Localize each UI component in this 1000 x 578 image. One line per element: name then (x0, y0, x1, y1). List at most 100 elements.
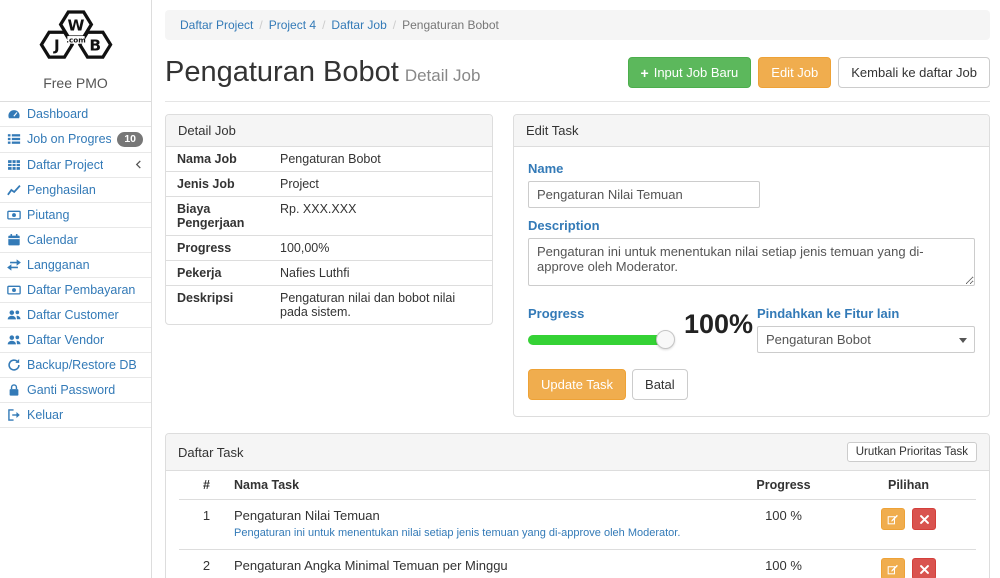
progress-zone: Progress 100% Pindahkan ke Fitur lain (528, 303, 975, 353)
sidebar-item-piutang[interactable]: Piutang (0, 203, 151, 228)
breadcrumb: Daftar Project/Project 4/Daftar Job/Peng… (165, 10, 990, 40)
sidebar-item-label: Penghasilan (27, 183, 96, 197)
sidebar-item-label: Daftar Vendor (27, 333, 104, 347)
sidebar-item-label: Piutang (27, 208, 69, 222)
users-icon (7, 308, 21, 322)
detail-job-panel: Detail Job Nama Job Pengaturan Bobot Jen… (165, 114, 493, 325)
sidebar-item-calendar[interactable]: Calendar (0, 228, 151, 253)
sidebar-item-label: Daftar Customer (27, 308, 119, 322)
progress-slider[interactable] (528, 335, 666, 345)
sidebar-item-label: Job on Progress (27, 132, 111, 146)
sidebar-item-job-on-progress[interactable]: Job on Progress 10 (0, 127, 151, 153)
breadcrumb-separator: / (316, 18, 331, 32)
col-header-progress: Progress (726, 478, 841, 492)
daftar-task-panel: Daftar Task Urutkan Prioritas Task # Nam… (165, 433, 990, 578)
table-icon (7, 158, 21, 172)
breadcrumb-project-4[interactable]: Project 4 (269, 18, 316, 32)
refresh-icon (7, 358, 21, 372)
list-icon (7, 132, 21, 146)
progress-label: Progress (528, 306, 666, 321)
sidebar: W J B .com Free PMO Dashboard Job on Pro… (0, 0, 152, 578)
sidebar-item-dashboard[interactable]: Dashboard (0, 102, 151, 127)
edit-task-button[interactable] (881, 508, 905, 530)
sidebar-item-backup-restore[interactable]: Backup/Restore DB (0, 353, 151, 378)
col-header-name: Nama Task (234, 478, 726, 492)
breadcrumb-current: Pengaturan Bobot (402, 18, 499, 32)
detail-value: Pengaturan Bobot (278, 147, 389, 171)
detail-row-pekerja: Pekerja Nafies Luthfi (166, 261, 492, 286)
sidebar-item-label: Ganti Password (27, 383, 115, 397)
edit-task-button[interactable] (881, 558, 905, 578)
breadcrumb-daftar-project[interactable]: Daftar Project (180, 18, 253, 32)
col-header-num: # (179, 478, 234, 492)
delete-task-button[interactable] (912, 508, 936, 530)
move-feature-select[interactable]: Pengaturan Bobot (757, 326, 975, 353)
sidebar-item-penghasilan[interactable]: Penghasilan (0, 178, 151, 203)
svg-text:B: B (89, 36, 101, 54)
detail-value: Pengaturan nilai dan bobot nilai pada si… (278, 286, 492, 324)
line-chart-icon (7, 183, 21, 197)
detail-label: Biaya Pengerjaan (166, 197, 278, 235)
detail-label: Nama Job (166, 147, 278, 171)
kembali-ke-daftar-job-button[interactable]: Kembali ke daftar Job (838, 57, 990, 88)
app-window: W J B .com Free PMO Dashboard Job on Pro… (0, 0, 1000, 578)
delete-task-button[interactable] (912, 558, 936, 578)
page-title-text: Pengaturan Bobot (165, 56, 399, 88)
detail-label: Pekerja (166, 261, 278, 285)
task-name: Pengaturan Angka Minimal Temuan per Ming… (234, 558, 716, 573)
page-title: Pengaturan Bobot Detail Job (165, 56, 480, 89)
input-job-baru-button[interactable]: + Input Job Baru (628, 57, 752, 88)
move-feature-label: Pindahkan ke Fitur lain (757, 306, 975, 321)
sidebar-item-langganan[interactable]: Langganan (0, 253, 151, 278)
detail-row-biaya: Biaya Pengerjaan Rp. XXX.XXX (166, 197, 492, 236)
name-label: Name (528, 161, 975, 176)
task-progress: 100 % (726, 508, 841, 523)
detail-row-jenis-job: Jenis Job Project (166, 172, 492, 197)
calendar-icon (7, 233, 21, 247)
detail-value: Rp. XXX.XXX (278, 197, 364, 235)
jwb-logo-icon: W J B .com (28, 53, 124, 70)
detail-label: Jenis Job (166, 172, 278, 196)
breadcrumb-separator: / (253, 18, 268, 32)
update-task-button[interactable]: Update Task (528, 369, 626, 400)
task-name-input[interactable] (528, 181, 760, 208)
task-progress: 100 % (726, 558, 841, 573)
brand-name: Free PMO (4, 75, 147, 91)
money-icon (7, 208, 21, 222)
detail-value: Nafies Luthfi (278, 261, 357, 285)
sidebar-item-daftar-project[interactable]: Daftar Project (0, 153, 151, 178)
svg-text:.com: .com (66, 36, 85, 45)
edit-job-button[interactable]: Edit Job (758, 57, 831, 88)
header-buttons: + Input Job Baru Edit Job Kembali ke daf… (628, 57, 990, 88)
users-icon (7, 333, 21, 347)
task-table-header: # Nama Task Progress Pilihan (179, 471, 976, 499)
detail-job-panel-title: Detail Job (166, 115, 492, 147)
sidebar-item-label: Dashboard (27, 107, 88, 121)
sidebar-item-label: Daftar Project (27, 158, 103, 172)
breadcrumb-daftar-job[interactable]: Daftar Job (331, 18, 386, 32)
caret-down-icon (959, 338, 967, 343)
task-description-textarea[interactable]: Pengaturan ini untuk menentukan nilai se… (528, 238, 975, 286)
sidebar-item-label: Keluar (27, 408, 63, 422)
page-subtitle: Detail Job (405, 66, 481, 85)
task-num: 2 (179, 558, 234, 573)
sidebar-item-keluar[interactable]: Keluar (0, 403, 151, 428)
urutkan-prioritas-button-top[interactable]: Urutkan Prioritas Task (847, 442, 977, 462)
col-header-pilihan: Pilihan (841, 478, 976, 492)
detail-row-progress: Progress 100,00% (166, 236, 492, 261)
detail-row-nama-job: Nama Job Pengaturan Bobot (166, 147, 492, 172)
sidebar-item-daftar-customer[interactable]: Daftar Customer (0, 303, 151, 328)
task-table: # Nama Task Progress Pilihan 1 Pengatura… (166, 471, 989, 578)
sidebar-item-daftar-pembayaran[interactable]: Daftar Pembayaran (0, 278, 151, 303)
progress-slider-handle[interactable] (656, 330, 675, 349)
description-label: Description (528, 218, 975, 233)
sidebar-item-ganti-password[interactable]: Ganti Password (0, 378, 151, 403)
sidebar-item-daftar-vendor[interactable]: Daftar Vendor (0, 328, 151, 353)
edit-task-panel: Edit Task Name Description Pengaturan in… (513, 114, 990, 417)
detail-value: Project (278, 172, 327, 196)
batal-button[interactable]: Batal (632, 369, 688, 400)
sidebar-item-label: Langganan (27, 258, 90, 272)
exchange-icon (7, 258, 21, 272)
progress-slider-track[interactable] (528, 335, 666, 345)
task-row-2: 2 Pengaturan Angka Minimal Temuan per Mi… (179, 549, 976, 578)
